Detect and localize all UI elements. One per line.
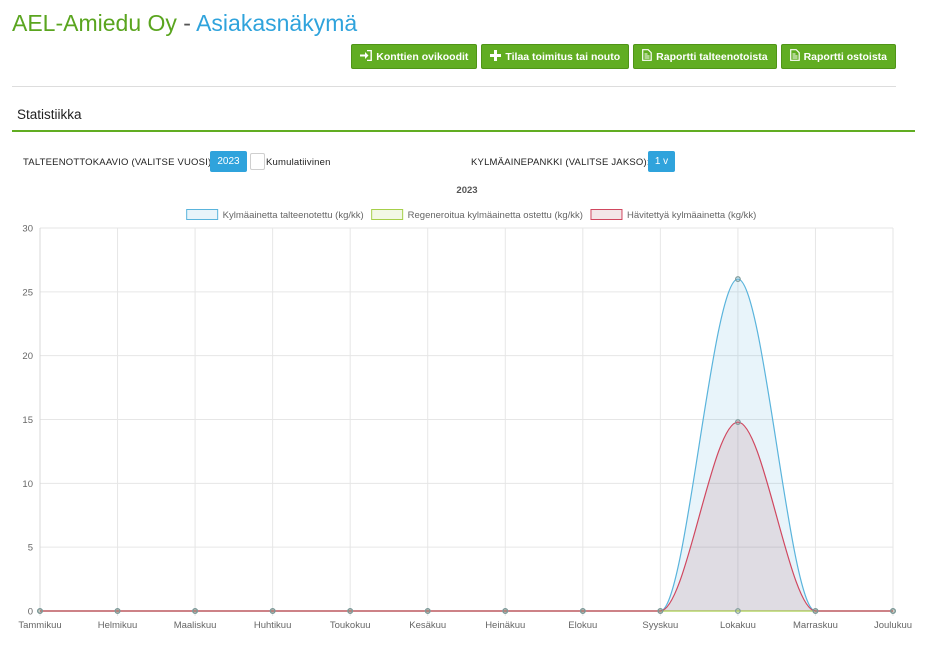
x-tick-label: Marraskuu: [793, 620, 838, 631]
x-tick-label: Tammikuu: [18, 620, 61, 631]
y-tick-label: 5: [28, 543, 33, 554]
legend-label: Kylmäainetta talteenotettu (kg/kk): [223, 210, 364, 221]
x-tick-label: Elokuu: [568, 620, 597, 631]
x-tick-label: Heinäkuu: [485, 620, 525, 631]
legend-swatch: [371, 209, 404, 220]
data-point: [657, 608, 664, 614]
legend-swatch: [186, 209, 219, 220]
legend-label: Regeneroitua kylmäainetta ostettu (kg/kk…: [408, 210, 583, 221]
y-tick-label: 20: [22, 351, 33, 362]
data-point: [735, 419, 741, 425]
legend-swatch: [590, 209, 623, 220]
y-tick-label: 10: [22, 479, 33, 490]
x-tick-label: Helmikuu: [98, 620, 138, 631]
recovery-chart: 2023 Kylmäainetta talteenotettu (kg/kk) Re…: [18, 185, 912, 631]
y-tick-label: 0: [28, 607, 33, 618]
x-tick-label: Lokakuu: [720, 620, 756, 631]
data-point: [812, 608, 819, 614]
x-tick-label: Huhtikuu: [254, 620, 292, 631]
x-tick-label: Joulukuu: [874, 620, 912, 631]
data-point: [735, 276, 741, 282]
data-point: [269, 608, 276, 614]
data-point: [424, 608, 431, 614]
x-tick-label: Maaliskuu: [174, 620, 217, 631]
data-point: [114, 608, 121, 614]
data-point: [37, 608, 43, 614]
data-point: [502, 608, 509, 614]
y-tick-label: 30: [22, 224, 33, 235]
y-tick-label: 25: [22, 287, 33, 298]
legend-label: Hävitettyä kylmäainetta (kg/kk): [627, 210, 756, 221]
data-point: [192, 608, 198, 614]
x-tick-label: Syyskuu: [642, 620, 678, 631]
data-point: [890, 608, 896, 614]
x-tick-label: Toukokuu: [330, 620, 371, 631]
chart-title: 2023: [456, 185, 477, 196]
x-tick-label: Kesäkuu: [409, 620, 446, 631]
data-point: [735, 608, 741, 614]
data-point: [579, 608, 586, 614]
data-point: [347, 608, 354, 614]
y-tick-label: 15: [22, 415, 33, 426]
